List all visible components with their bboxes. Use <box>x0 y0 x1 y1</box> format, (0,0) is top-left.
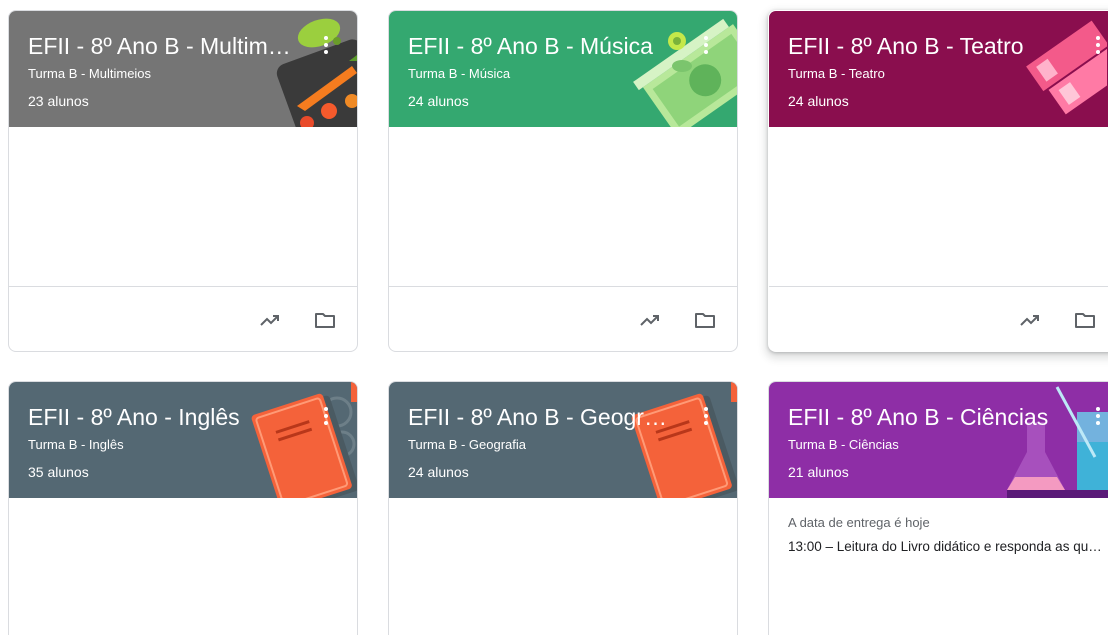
class-card-multimeios: EFII - 8º Ano B - Multimeios Turma B - M… <box>8 10 358 352</box>
class-card-ingles: EFII - 8º Ano - Inglês Turma B - Inglês … <box>8 381 358 635</box>
card-header[interactable]: EFII - 8º Ano B - Multimeios Turma B - M… <box>9 11 357 127</box>
card-header[interactable]: EFII - 8º Ano B - Teatro Turma B - Teatr… <box>769 11 1108 127</box>
class-title[interactable]: EFII - 8º Ano B - Multimeios <box>28 31 298 61</box>
class-card-musica: EFII - 8º Ano B - Música Turma B - Músic… <box>388 10 738 352</box>
folder-icon[interactable] <box>1072 308 1098 332</box>
student-count: 23 alunos <box>28 93 89 109</box>
lab-flask-illustration <box>1007 386 1108 498</box>
class-title[interactable]: EFII - 8º Ano B - Música <box>408 31 678 61</box>
more-options-icon[interactable] <box>315 404 337 430</box>
class-card-ciencias: EFII - 8º Ano B - Ciências Turma B - Ciê… <box>768 381 1108 635</box>
trending-up-icon[interactable] <box>1017 308 1043 332</box>
class-section: Turma B - Multimeios <box>28 66 152 81</box>
vegetables-illustration <box>276 18 357 127</box>
class-title[interactable]: EFII - 8º Ano B - Teatro <box>788 31 1058 61</box>
card-footer <box>389 287 737 351</box>
class-section: Turma B - Geografia <box>408 437 527 452</box>
class-card-teatro: EFII - 8º Ano B - Teatro Turma B - Teatr… <box>768 10 1108 352</box>
class-section: Turma B - Música <box>408 66 511 81</box>
card-body <box>9 498 357 635</box>
class-section: Turma B - Teatro <box>788 66 885 81</box>
student-count: 24 alunos <box>408 93 469 109</box>
card-header[interactable]: EFII - 8º Ano B - Música Turma B - Músic… <box>389 11 737 127</box>
more-options-icon[interactable] <box>1087 33 1108 59</box>
student-count: 24 alunos <box>788 93 849 109</box>
folder-icon[interactable] <box>312 308 338 332</box>
card-footer <box>769 287 1108 351</box>
folder-icon[interactable] <box>692 308 718 332</box>
card-footer <box>9 287 357 351</box>
student-count: 24 alunos <box>408 464 469 480</box>
class-card-geografia: EFII - 8º Ano B - Geografia Turma B - Ge… <box>388 381 738 635</box>
book-illustration <box>251 382 357 498</box>
book-illustration <box>631 382 737 498</box>
card-body: A data de entrega é hoje 13:00 – Leitura… <box>769 498 1108 635</box>
student-count: 35 alunos <box>28 464 89 480</box>
card-header[interactable]: EFII - 8º Ano B - Geografia Turma B - Ge… <box>389 382 737 498</box>
card-body <box>389 127 737 287</box>
student-count: 21 alunos <box>788 464 849 480</box>
money-illustration <box>633 18 737 127</box>
tickets-illustration <box>1026 20 1107 115</box>
class-section: Turma B - Inglês <box>28 437 124 452</box>
more-options-icon[interactable] <box>315 33 337 59</box>
more-options-icon[interactable] <box>695 404 717 430</box>
card-body <box>9 127 357 287</box>
more-options-icon[interactable] <box>695 33 717 59</box>
trending-up-icon[interactable] <box>257 308 283 332</box>
due-today-label: A data de entrega é hoje <box>788 515 930 530</box>
class-title[interactable]: EFII - 8º Ano - Inglês <box>28 402 298 432</box>
trending-up-icon[interactable] <box>637 308 663 332</box>
card-body <box>389 498 737 635</box>
more-options-icon[interactable] <box>1087 404 1108 430</box>
class-grid: EFII - 8º Ano B - Multimeios Turma B - M… <box>0 0 1108 635</box>
due-assignment-link[interactable]: 13:00 – Leitura do Livro didático e resp… <box>788 539 1103 554</box>
class-section: Turma B - Ciências <box>788 437 899 452</box>
card-header[interactable]: EFII - 8º Ano - Inglês Turma B - Inglês … <box>9 382 357 498</box>
class-title[interactable]: EFII - 8º Ano B - Geografia <box>408 402 678 432</box>
class-title[interactable]: EFII - 8º Ano B - Ciências <box>788 402 1058 432</box>
card-header[interactable]: EFII - 8º Ano B - Ciências Turma B - Ciê… <box>769 382 1108 498</box>
card-body <box>769 127 1108 287</box>
